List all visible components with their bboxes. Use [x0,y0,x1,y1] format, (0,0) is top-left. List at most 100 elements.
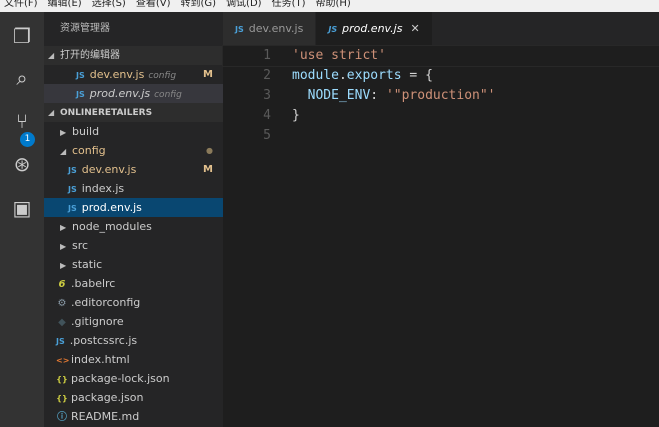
git-icon: ◆ [58,317,66,328]
tab-bar: JS dev.env.js JS prod.env.js ✕ [223,12,659,46]
open-editors-header[interactable]: ◢ 打开的编辑器 [44,46,223,65]
search-icon[interactable]: ⌕ [10,66,34,90]
file-name: .editorconfig [71,296,141,309]
open-editor-item[interactable]: JS dev.env.js config M [44,65,223,84]
babel-icon: 6 [58,279,66,290]
code-token: NODE_ENV [307,88,371,103]
extensions-icon[interactable]: ▣ [10,196,34,220]
file-name: dev.env.js [81,163,137,176]
file-name: package-lock.json [71,372,170,385]
tree-item[interactable]: 6 .babelrc [44,274,223,293]
chevron-right-icon: ▶ [60,261,67,270]
tree-item[interactable]: ▶ build [44,122,223,141]
tree-item[interactable]: JS prod.env.js [44,198,223,217]
code-token: = { [401,68,433,83]
modified-badge: M [203,69,213,80]
modified-badge: ● [206,146,213,155]
file-folder: config [148,71,177,81]
explorer-sidebar: 资源管理器 ◢ 打开的编辑器 JS dev.env.js config M JS prod.… [44,12,223,427]
file-name: .babelrc [71,277,116,290]
tree-item[interactable]: ⚙ .editorconfig [44,293,223,312]
js-file-icon: JS [68,204,77,213]
code-token: 'use strict' [292,48,386,63]
menu-item[interactable]: 查看(V) [136,0,171,12]
menu-item[interactable]: 调试(D) [226,0,262,12]
json-icon: {} [56,375,68,384]
code-token: : [370,88,386,103]
tree-item[interactable]: {} package-lock.json [44,369,223,388]
code-token: module [292,68,339,83]
tab-dev-env-js[interactable]: JS dev.env.js [223,12,317,46]
code-line: 2 module.exports = { [223,66,659,86]
file-name: index.js [81,182,125,195]
file-name: src [72,239,89,252]
chevron-down-icon: ◢ [60,147,67,156]
js-file-icon: JS [328,25,338,34]
chevron-right-icon: ▶ [60,242,67,251]
menu-item[interactable]: 编辑(E) [48,0,82,12]
file-name: .postcssrc.js [69,334,138,347]
tree-item[interactable]: ▶ src [44,236,223,255]
js-file-icon: JS [235,25,244,34]
tree-item[interactable]: ◢ config ● [44,141,223,160]
tree-item[interactable]: JS index.js [44,179,223,198]
menu-item[interactable]: 文件(F) [4,0,38,12]
menu-item[interactable]: 任务(T) [272,0,306,12]
code-line: 1 'use strict' [222,45,659,67]
gear-icon: ⚙ [57,298,67,309]
line-number: 4 [263,108,271,123]
tree-item[interactable]: {} package.json [44,388,223,407]
tab-label: dev.env.js [248,22,304,35]
file-name: prod.env.js [89,87,151,100]
open-editor-item[interactable]: JS prod.env.js config [44,84,223,103]
tab-label: prod.env.js [342,22,403,35]
file-folder: config [154,90,182,100]
tree-item[interactable]: JS dev.env.js M [44,160,223,179]
explorer-icon[interactable]: ❐ [10,24,34,48]
source-control-icon[interactable]: ⑂ [10,109,34,133]
file-name: static [72,258,103,271]
js-file-icon: JS [68,185,77,194]
js-file-icon: JS [76,71,85,80]
js-file-icon: JS [56,337,65,346]
code-text: module.exports = { [271,66,433,86]
tree-item[interactable]: ◆ .gitignore [44,312,223,331]
tree-item[interactable]: ⓘ README.md [44,407,223,426]
code-line: 5 [223,126,659,146]
line-number: 5 [263,128,271,143]
line-number: 1 [263,48,271,63]
project-header[interactable]: ◢ ONLINERETAILERS [44,103,223,122]
tree-item[interactable]: ▶ node_modules [44,217,223,236]
tree-item[interactable]: <> index.html [44,350,223,369]
menu-item[interactable]: 帮助(H) [316,0,351,12]
code-token: . [338,68,347,83]
code-token: exports [346,68,402,83]
file-name: README.md [71,410,140,423]
section-label: 打开的编辑器 [60,50,120,61]
sidebar-title: 资源管理器 [60,23,110,34]
tree-item[interactable]: JS .postcssrc.js [44,331,223,350]
file-name: prod.env.js [81,201,142,214]
file-name: package.json [71,391,144,404]
html-icon: <> [56,356,70,365]
file-name: index.html [71,353,130,366]
code-editor[interactable]: 1 'use strict' 2 module.exports = { 3 NODE_E… [222,45,659,427]
menu-item[interactable]: 转到(G) [181,0,217,12]
file-name: dev.env.js [89,68,145,81]
debug-icon[interactable]: ⊛ [10,152,34,176]
file-name: node_modules [72,220,152,233]
tab-prod-env-js[interactable]: JS prod.env.js ✕ [316,12,433,46]
line-number: 3 [263,88,271,103]
info-icon: ⓘ [57,412,67,423]
file-name: config [72,144,106,157]
file-name: build [72,125,100,138]
tree-item[interactable]: ▶ static [44,255,223,274]
code-token: '"production"' [385,88,496,103]
close-icon[interactable]: ✕ [410,22,419,35]
json-icon: {} [56,394,68,403]
chevron-right-icon: ▶ [60,128,67,137]
code-text: } [271,106,300,126]
menu-item[interactable]: 选择(S) [92,0,126,12]
